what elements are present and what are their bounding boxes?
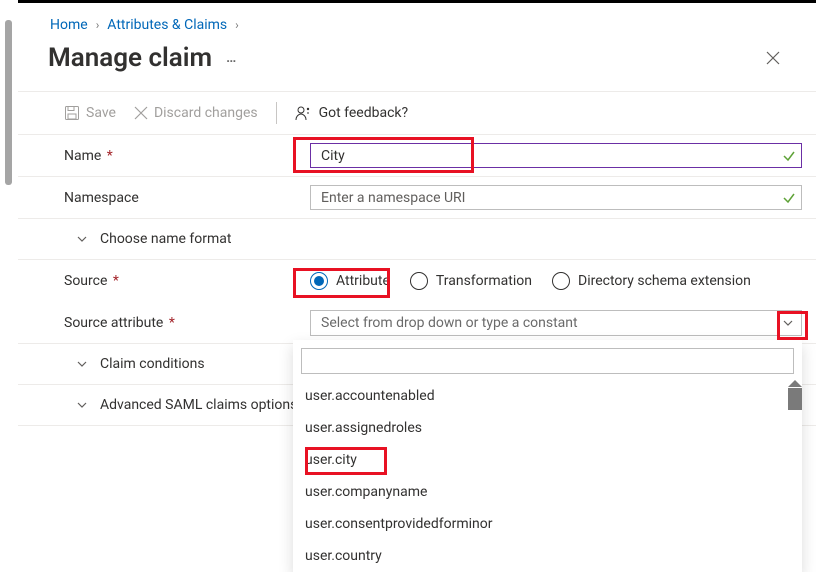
choose-name-format-toggle[interactable]: Choose name format (18, 219, 816, 260)
checkmark-icon (782, 191, 796, 205)
row-source-attribute: Source attribute * Select from drop down… (18, 302, 816, 344)
chevron-right-icon: › (235, 18, 239, 32)
dropdown-scrollbar[interactable] (788, 380, 802, 572)
claim-conditions-label: Claim conditions (100, 356, 205, 372)
advanced-saml-label: Advanced SAML claims options (100, 397, 297, 413)
toolbar-divider (276, 102, 277, 124)
option-user-companyname[interactable]: user.companyname (293, 476, 802, 508)
source-attribute-dropdown-panel: user.accountenabled user.assignedroles u… (293, 340, 802, 572)
source-label: Source * (18, 273, 310, 289)
toolbar: Save Discard changes Got feedback? (18, 91, 816, 134)
radio-attribute-label: Attribute (336, 273, 390, 289)
discard-button: Discard changes (134, 105, 258, 121)
namespace-input[interactable] (310, 185, 802, 210)
dropdown-list: user.accountenabled user.assignedroles u… (293, 380, 802, 572)
save-icon (64, 105, 80, 121)
page-title: Manage claim … (48, 43, 238, 73)
save-button: Save (64, 105, 116, 121)
save-label: Save (86, 105, 116, 121)
breadcrumb-attributes-claims[interactable]: Attributes & Claims (107, 17, 227, 33)
row-source: Source * Attribute Transformation Direct… (18, 260, 816, 302)
source-attribute-dropdown[interactable]: Select from drop down or type a constant (310, 310, 802, 336)
radio-directory-extension[interactable]: Directory schema extension (552, 272, 751, 290)
close-button[interactable] (762, 47, 784, 69)
chevron-down-icon (76, 399, 88, 411)
name-label: Name * (18, 148, 310, 164)
person-feedback-icon (295, 104, 313, 122)
ellipsis-icon[interactable]: … (226, 50, 238, 66)
option-user-assignedroles[interactable]: user.assignedroles (293, 412, 802, 444)
breadcrumb: Home › Attributes & Claims › (18, 3, 816, 41)
dropdown-placeholder-text: Select from drop down or type a constant (321, 315, 578, 331)
radio-directory-label: Directory schema extension (578, 273, 751, 289)
option-user-consentprovidedforminor[interactable]: user.consentprovidedforminor (293, 508, 802, 540)
page-scrollbar[interactable] (0, 0, 18, 565)
page-scrollbar-thumb[interactable] (5, 20, 12, 185)
page-title-text: Manage claim (48, 43, 212, 73)
breadcrumb-home[interactable]: Home (50, 17, 88, 33)
feedback-button[interactable]: Got feedback? (295, 104, 409, 122)
option-user-city[interactable]: user.city (293, 444, 802, 476)
radio-attribute[interactable]: Attribute (310, 272, 390, 290)
dropdown-search-input[interactable] (301, 348, 794, 374)
row-namespace: Namespace (18, 177, 816, 219)
checkmark-icon (782, 149, 796, 163)
source-attribute-label: Source attribute * (18, 315, 310, 331)
name-input[interactable] (310, 143, 802, 168)
chevron-right-icon: › (96, 18, 100, 32)
close-icon (766, 51, 780, 65)
radio-transformation[interactable]: Transformation (410, 272, 532, 290)
choose-name-format-label: Choose name format (100, 231, 232, 247)
dropdown-scrollbar-thumb[interactable] (788, 388, 802, 410)
option-user-accountenabled[interactable]: user.accountenabled (293, 380, 802, 412)
discard-icon (134, 106, 148, 120)
feedback-label: Got feedback? (319, 105, 409, 121)
namespace-label: Namespace (18, 190, 310, 206)
chevron-down-icon (76, 233, 88, 245)
chevron-down-icon (782, 317, 794, 329)
chevron-down-icon (76, 358, 88, 370)
row-name: Name * (18, 135, 816, 177)
discard-label: Discard changes (154, 105, 258, 121)
option-user-country[interactable]: user.country (293, 540, 802, 572)
radio-transformation-label: Transformation (436, 273, 532, 289)
